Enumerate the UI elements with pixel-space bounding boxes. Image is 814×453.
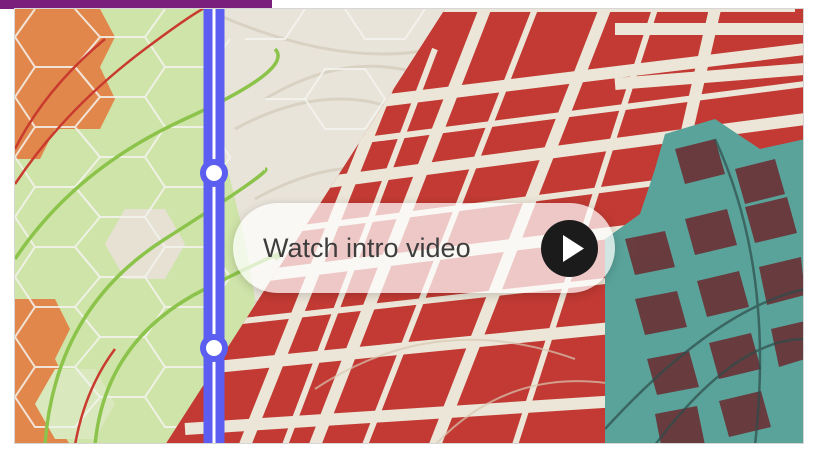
watch-intro-video-button[interactable]: Watch intro video [233,203,615,293]
watch-intro-video-label: Watch intro video [263,232,471,263]
intro-video-thumbnail[interactable]: Watch intro video [14,8,804,444]
transit-line [200,9,228,443]
play-icon[interactable] [541,220,598,277]
